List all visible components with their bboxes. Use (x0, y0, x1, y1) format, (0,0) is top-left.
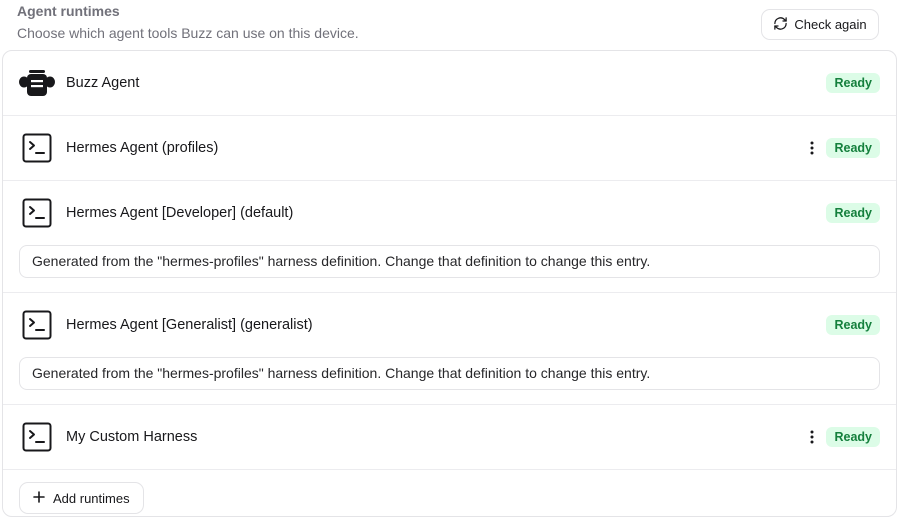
status-badge: Ready (826, 315, 880, 335)
runtime-name: Hermes Agent (profiles) (66, 140, 219, 156)
runtime-note: Generated from the "hermes-profiles" har… (19, 245, 880, 278)
terminal-icon (19, 421, 55, 453)
status-badge: Ready (826, 203, 880, 223)
status-badge: Ready (826, 427, 880, 447)
more-options-icon[interactable] (806, 427, 818, 447)
runtime-name: Hermes Agent [Generalist] (generalist) (66, 317, 313, 333)
runtime-row-hermes-profiles: Hermes Agent (profiles) Ready (3, 116, 896, 181)
page-title: Agent runtimes (17, 3, 120, 19)
plus-icon (33, 490, 45, 506)
bee-icon (19, 67, 55, 99)
check-again-button[interactable]: Check again (761, 9, 879, 40)
terminal-icon (19, 309, 55, 341)
runtime-row-hermes-generalist: Hermes Agent [Generalist] (generalist) R… (3, 293, 896, 405)
status-badge: Ready (826, 73, 880, 93)
page-subtitle: Choose which agent tools Buzz can use on… (17, 25, 359, 41)
status-badge: Ready (826, 138, 880, 158)
refresh-icon (773, 16, 788, 34)
runtime-name: My Custom Harness (66, 429, 198, 445)
more-options-icon[interactable] (806, 138, 818, 158)
add-runtimes-label: Add runtimes (53, 490, 130, 506)
runtime-row-buzz-agent: Buzz Agent Ready (3, 51, 896, 116)
add-runtimes-button[interactable]: Add runtimes (19, 482, 144, 514)
add-runtimes-row: Add runtimes (3, 470, 896, 516)
terminal-icon (19, 197, 55, 229)
terminal-icon (19, 132, 55, 164)
runtime-row-hermes-developer: Hermes Agent [Developer] (default) Ready… (3, 181, 896, 293)
runtime-name: Hermes Agent [Developer] (default) (66, 205, 294, 221)
header: Agent runtimes Choose which agent tools … (17, 2, 359, 42)
check-again-label: Check again (794, 17, 867, 32)
runtimes-list: Buzz Agent Ready Hermes Agent (profiles)… (2, 50, 897, 517)
runtime-row-my-custom-harness: My Custom Harness Ready (3, 405, 896, 470)
runtime-name: Buzz Agent (66, 75, 140, 91)
runtime-note: Generated from the "hermes-profiles" har… (19, 357, 880, 390)
